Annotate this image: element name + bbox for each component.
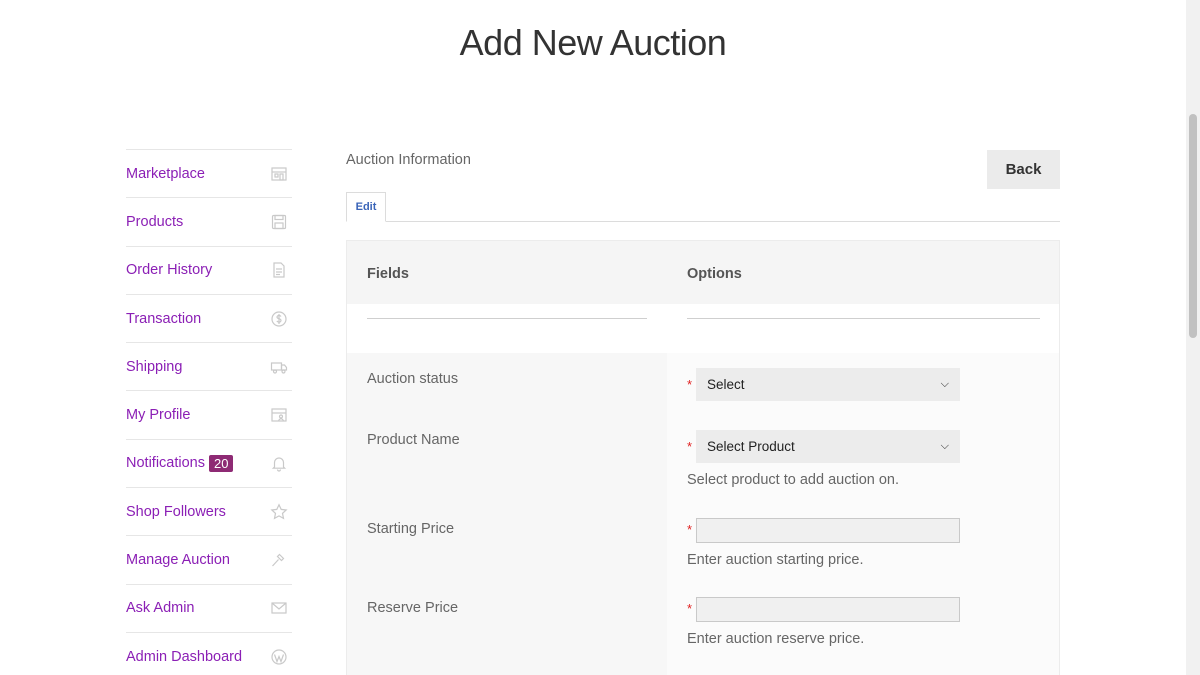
page-title: Add New Auction [459,22,727,63]
sidebar-item-label: Transaction [126,310,202,327]
scrollbar-thumb[interactable] [1189,114,1197,338]
required-mark: * [687,601,693,616]
fields-column [347,353,667,675]
envelope-icon [270,599,288,617]
floppy-disk-icon [270,213,288,231]
sidebar-item-ask-admin[interactable]: Ask Admin [126,583,292,632]
column-header-fields: Fields [367,266,409,282]
notification-count-badge: 20 [208,454,234,472]
back-button[interactable]: Back [987,150,1060,189]
sidebar-item-admin-dashboard[interactable]: Admin Dashboard [126,631,292,675]
document-icon [270,261,288,279]
table-header: Fields Options [347,241,1059,304]
divider [367,318,647,319]
product-name-label: Product Name [367,432,460,448]
required-mark: * [687,439,693,454]
sidebar-item-label: Marketplace [126,165,205,182]
page-scrollbar[interactable] [1186,0,1200,675]
profile-store-icon [270,406,288,424]
sidebar-item-label: Notifications 20 [126,454,234,472]
auction-form-table: Fields Options Auction status * Select ⌵… [346,240,1060,675]
auction-status-label: Auction status [367,371,459,387]
sidebar-item-products[interactable]: Products [126,197,292,245]
sidebar-item-label: Shop Followers [126,503,226,520]
sidebar-item-label: Order History [126,262,213,279]
hammer-icon [270,551,288,569]
required-mark: * [687,377,693,392]
sidebar-item-label: My Profile [126,407,191,424]
required-mark: * [687,522,693,537]
header-separator-row [347,304,1059,353]
sidebar-item-text: Notifications [126,455,205,472]
account-sidebar: Marketplace Products Order History Trans… [126,149,292,675]
bell-icon [270,454,288,472]
truck-icon [270,358,288,376]
product-name-selected: Select Product [707,439,795,454]
auction-status-select[interactable]: Select ⌵ [696,368,960,401]
sidebar-item-marketplace[interactable]: Marketplace [126,149,292,197]
reserve-price-help: Enter auction reserve price. [687,631,865,647]
sidebar-item-label: Products [126,213,184,230]
tab-edit[interactable]: Edit [346,192,386,222]
options-column [667,353,1059,675]
divider [687,318,1040,319]
sidebar-item-order-history[interactable]: Order History [126,245,292,294]
product-name-select[interactable]: Select Product ⌵ [696,430,960,463]
starting-price-label: Starting Price [367,521,455,537]
sidebar-item-manage-auction[interactable]: Manage Auction [126,535,292,583]
reserve-price-label: Reserve Price [367,600,459,616]
sidebar-item-notifications[interactable]: Notifications 20 [126,438,292,487]
starting-price-help: Enter auction starting price. [687,552,864,568]
dollar-circle-icon [270,310,288,328]
sidebar-item-shop-followers[interactable]: Shop Followers [126,487,292,535]
star-icon [270,503,288,521]
tabs-divider [346,221,1060,222]
store-icon [270,165,288,183]
column-header-options: Options [687,266,742,282]
product-name-help: Select product to add auction on. [687,472,900,488]
sidebar-item-label: Shipping [126,358,183,375]
sidebar-item-my-profile[interactable]: My Profile [126,390,292,438]
section-title: Auction Information [346,152,471,168]
auction-status-selected: Select [707,377,745,392]
chevron-down-icon: ⌵ [940,378,949,390]
wordpress-icon [270,648,288,666]
sidebar-item-label: Ask Admin [126,600,195,617]
chevron-down-icon: ⌵ [940,440,949,452]
sidebar-item-label: Admin Dashboard [126,648,243,665]
reserve-price-input[interactable] [696,597,960,622]
starting-price-input[interactable] [696,518,960,543]
sidebar-item-label: Manage Auction [126,552,230,569]
sidebar-item-shipping[interactable]: Shipping [126,342,292,390]
sidebar-item-transaction[interactable]: Transaction [126,293,292,342]
